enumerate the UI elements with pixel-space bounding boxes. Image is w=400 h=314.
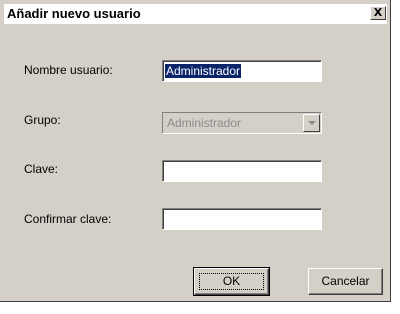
group-select[interactable]: Administrador — [162, 112, 322, 134]
password-field[interactable] — [162, 160, 322, 182]
username-label: Nombre usuario: — [24, 63, 113, 77]
confirm-password-label: Confirmar clave: — [24, 212, 112, 226]
close-icon: X — [373, 6, 383, 19]
close-button[interactable]: X — [370, 6, 386, 20]
group-selected-value: Administrador — [167, 116, 242, 130]
dialog-title: Añadir nuevo usuario — [7, 6, 141, 21]
confirm-password-field[interactable] — [162, 208, 322, 230]
focus-rect — [199, 273, 264, 290]
chevron-down-icon[interactable] — [303, 114, 320, 132]
add-user-dialog: Añadir nuevo usuario X Nombre usuario: A… — [0, 0, 391, 302]
password-input[interactable] — [165, 163, 315, 179]
group-label: Grupo: — [24, 113, 61, 127]
username-field[interactable]: Administrador — [162, 60, 322, 82]
title-bar: Añadir nuevo usuario X — [4, 4, 387, 24]
confirm-password-input[interactable] — [165, 211, 315, 227]
password-label: Clave: — [24, 162, 59, 176]
cancel-button-label: Cancelar — [321, 274, 370, 288]
cancel-button[interactable]: Cancelar — [308, 268, 383, 295]
ok-button[interactable]: OK — [193, 267, 270, 296]
username-value: Administrador — [165, 64, 242, 78]
